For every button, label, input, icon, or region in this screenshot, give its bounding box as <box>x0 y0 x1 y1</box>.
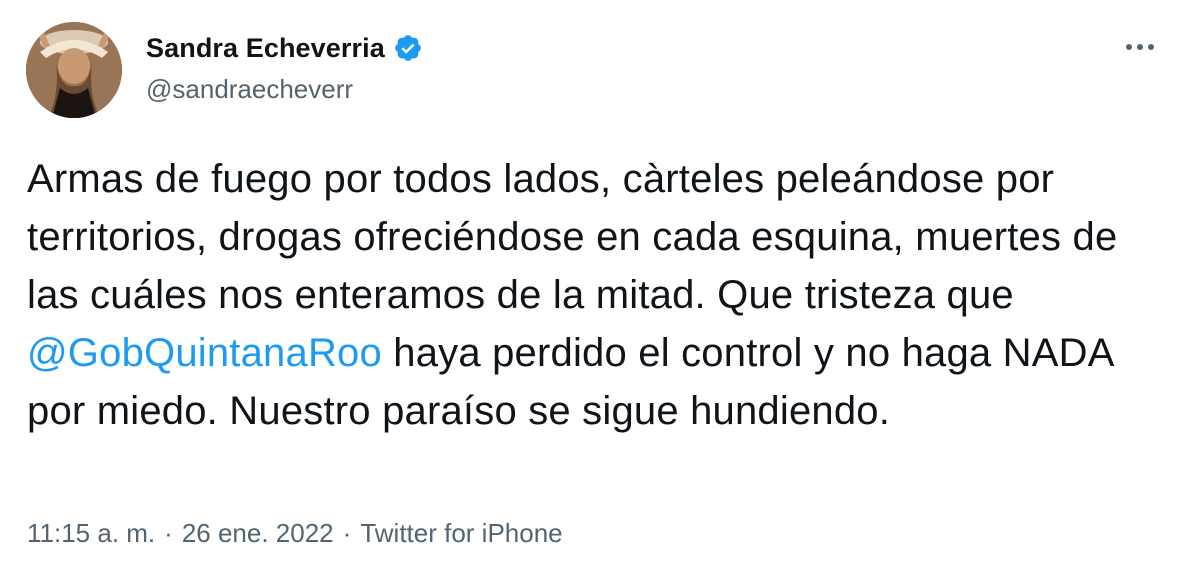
meta-separator: · <box>342 518 352 548</box>
more-options-button[interactable] <box>1118 32 1162 62</box>
tweet-time: 11:15 a. m. <box>27 518 156 548</box>
avatar-image <box>26 22 122 118</box>
name-row: Sandra Echeverria <box>146 30 423 66</box>
tweet-text: Armas de fuego por todos lados, càrteles… <box>27 150 1167 440</box>
author-block: Sandra Echeverria @sandraecheverr <box>146 30 423 105</box>
tweet-text-before: Armas de fuego por todos lados, càrteles… <box>27 157 1118 317</box>
display-name[interactable]: Sandra Echeverria <box>146 33 385 64</box>
source-link[interactable]: Twitter for iPhone <box>360 518 562 549</box>
meta-separator: · <box>164 518 173 548</box>
handle[interactable]: @sandraecheverr <box>146 74 423 105</box>
tweet-date: 26 ene. 2022 <box>181 518 334 548</box>
avatar[interactable] <box>26 22 122 118</box>
tweet-card: Sandra Echeverria @sandraecheverr Armas … <box>0 0 1184 574</box>
timestamp-link[interactable]: 11:15 a. m. · 26 ene. 2022 <box>27 518 334 549</box>
tweet-meta: 11:15 a. m. · 26 ene. 2022 · Twitter for i… <box>27 518 563 549</box>
verified-badge-icon <box>393 33 423 63</box>
mention-link[interactable]: @GobQuintanaRoo <box>27 331 382 375</box>
more-horizontal-icon <box>1125 38 1155 56</box>
